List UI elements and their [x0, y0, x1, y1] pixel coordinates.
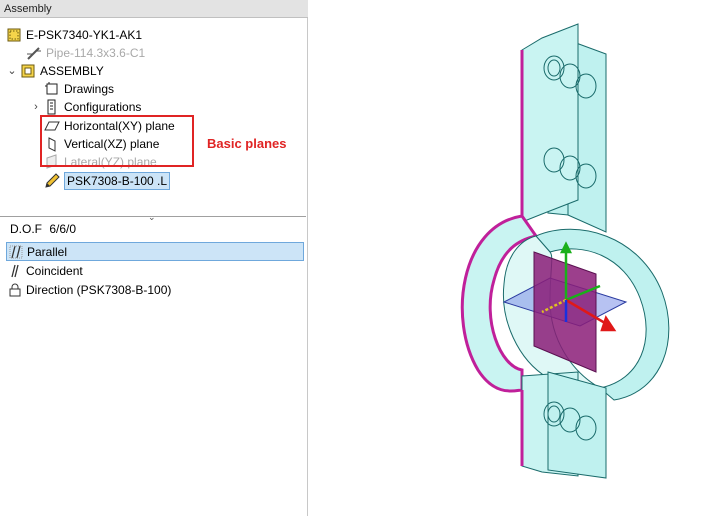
dof-label: D.O.F	[10, 222, 42, 236]
tree-item-part[interactable]: PSK7308-B-100 .L	[44, 172, 171, 190]
chevron-down-icon[interactable]: ⌄	[148, 212, 156, 223]
lock-icon	[8, 283, 22, 297]
tree-item-root[interactable]: E-PSK7340-YK1-AK1	[6, 26, 142, 44]
chevron-down-icon[interactable]: ⌄	[6, 63, 18, 79]
tree-item-pipe[interactable]: Pipe-114.3x3.6-C1	[26, 44, 145, 62]
coincident-icon	[8, 264, 22, 278]
constraint-coincident[interactable]: Coincident	[6, 261, 304, 280]
tree-item-drawings[interactable]: Drawings	[44, 80, 114, 98]
configurations-icon	[44, 99, 60, 115]
dof-value: 6/6/0	[49, 222, 77, 236]
assembly-folder-icon	[20, 63, 36, 79]
constraint-direction[interactable]: Direction (PSK7308-B-100)	[6, 280, 304, 299]
clamp-model	[460, 23, 670, 479]
dof-status: D.O.F 6/6/0	[10, 222, 76, 236]
part-pencil-icon	[44, 173, 60, 189]
3d-viewport[interactable]	[310, 0, 711, 516]
feature-tree-panel: Assembly E-PSK7340-YK1-AK1 Pipe-114.3x3.…	[0, 0, 308, 516]
pipe-icon	[26, 45, 42, 61]
tree-item-assembly[interactable]: ⌄ ASSEMBLY	[6, 62, 103, 80]
parallel-icon	[9, 245, 23, 259]
basic-planes-callout: Basic planes	[207, 136, 287, 151]
panel-header: Assembly	[0, 0, 308, 18]
basic-planes-highlight	[40, 115, 194, 167]
assembly-root-icon	[6, 27, 22, 43]
drawings-icon	[44, 81, 60, 97]
chevron-right-icon[interactable]: ›	[30, 99, 42, 115]
constraint-parallel[interactable]: Parallel	[6, 242, 304, 261]
tree-item-configurations[interactable]: › Configurations	[30, 98, 141, 116]
constraint-list: Parallel Coincident Direction (PSK7308-B…	[6, 242, 304, 299]
